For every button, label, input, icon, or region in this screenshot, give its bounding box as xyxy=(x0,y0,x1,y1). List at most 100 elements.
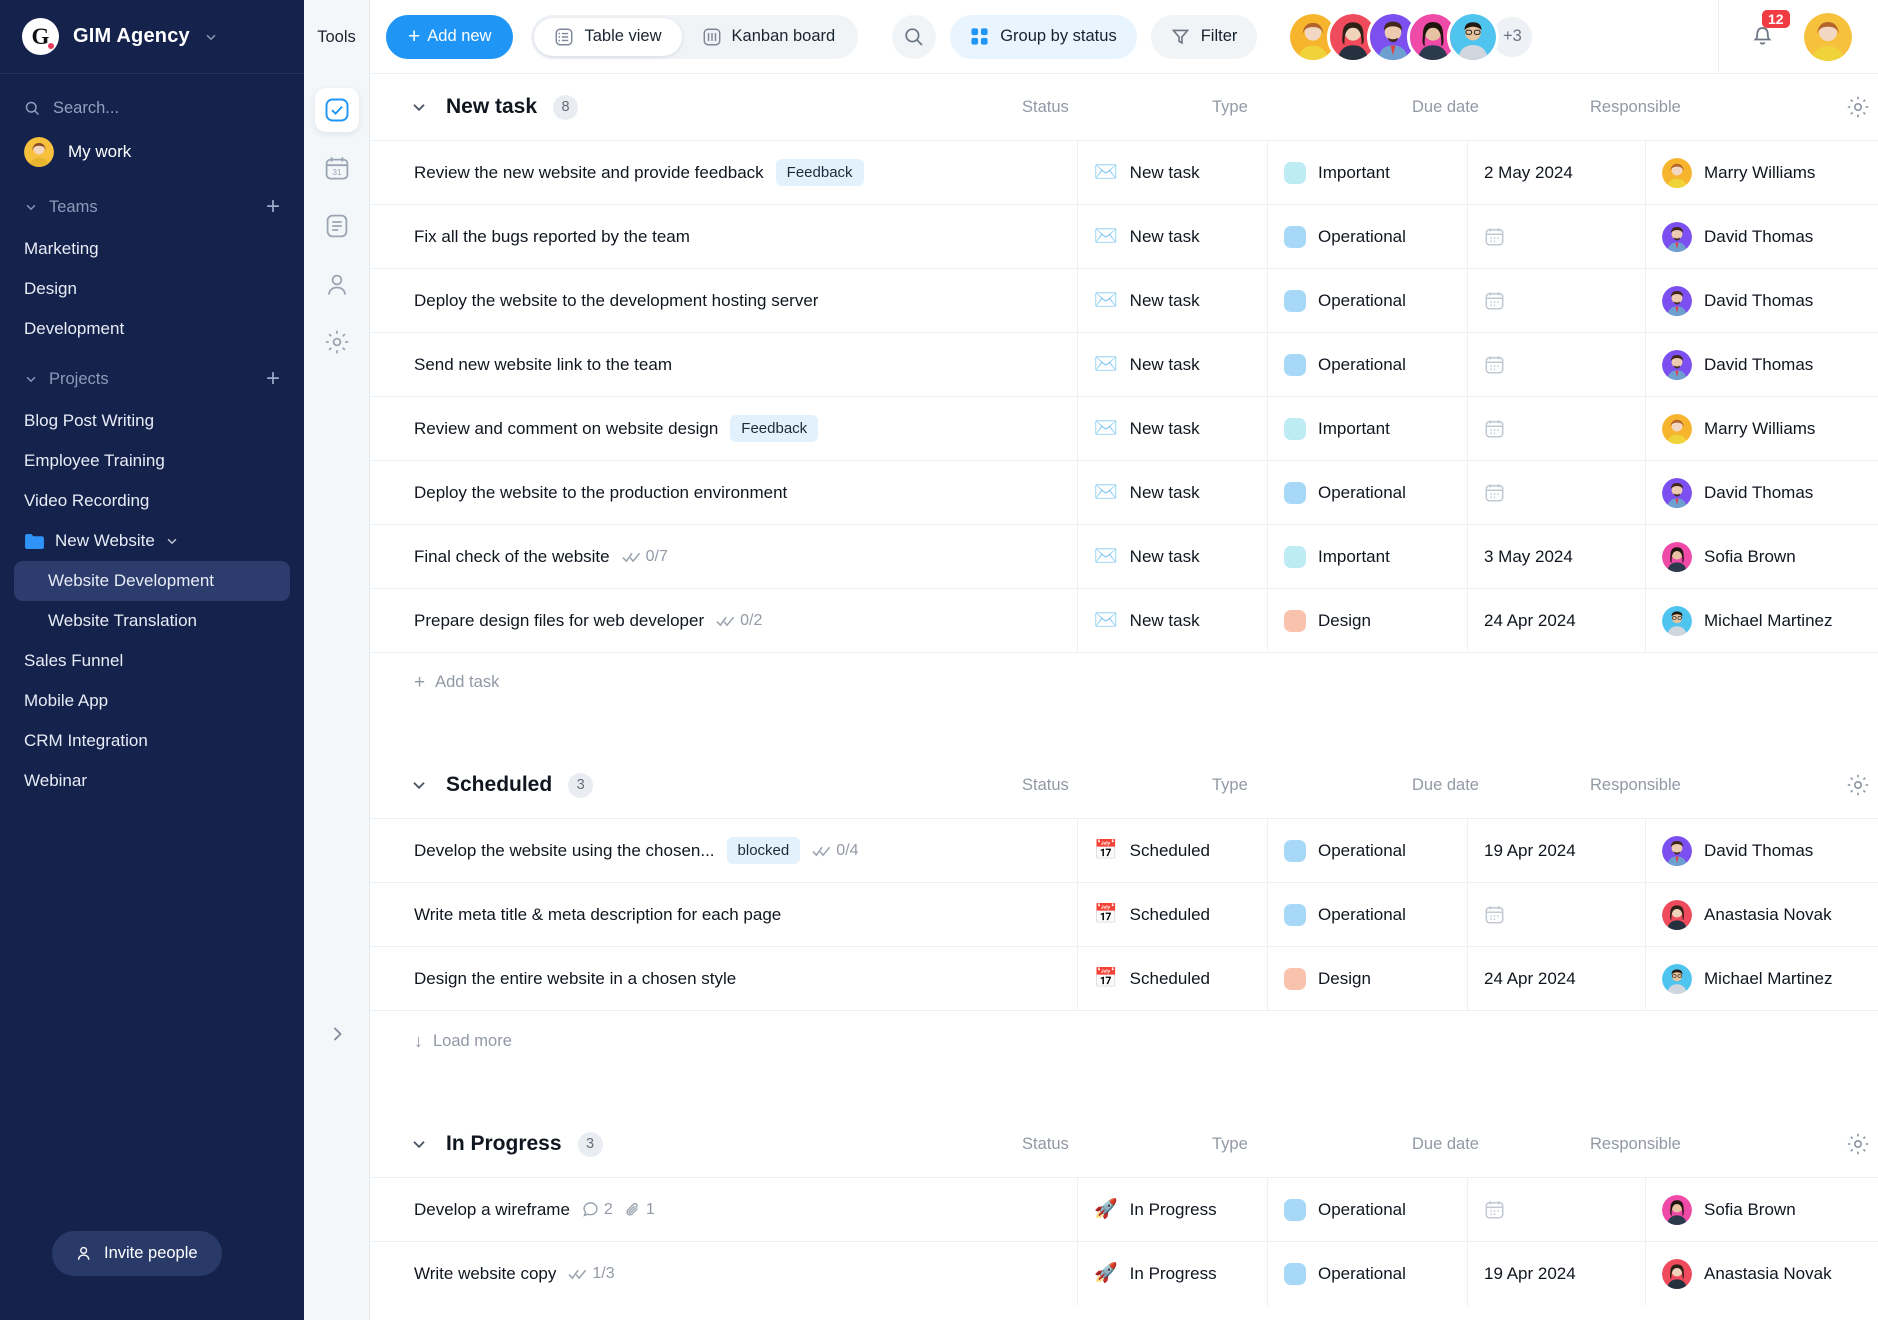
filter-button[interactable]: Filter xyxy=(1150,14,1258,59)
task-responsible-cell[interactable]: David Thomas xyxy=(1646,461,1878,525)
notifications-button[interactable]: 12 xyxy=(1749,9,1790,53)
table-row[interactable]: Write website copy 1/3 🚀 In Progress Operati… xyxy=(370,1241,1878,1306)
sidebar-search[interactable]: Search... xyxy=(0,90,304,127)
task-name-cell[interactable]: Send new website link to the team xyxy=(370,332,1078,397)
task-type-cell[interactable]: Operational xyxy=(1268,818,1468,883)
task-tag[interactable]: Feedback xyxy=(775,159,864,186)
task-type-cell[interactable]: Important xyxy=(1268,524,1468,589)
task-name-cell[interactable]: Deploy the website to the production env… xyxy=(370,460,1078,525)
sidebar-item-blog-post-writing[interactable]: Blog Post Writing xyxy=(0,401,304,441)
group-collapse-toggle[interactable] xyxy=(410,98,428,116)
task-due-date-cell[interactable] xyxy=(1468,1177,1646,1242)
task-type-cell[interactable]: Operational xyxy=(1268,268,1468,333)
user-avatar[interactable] xyxy=(1804,12,1852,61)
member-avatars[interactable]: +3 xyxy=(1287,10,1536,63)
sidebar-item-my-work[interactable]: My work xyxy=(0,127,304,177)
task-status-cell[interactable]: 📅 Scheduled xyxy=(1078,882,1268,947)
table-row[interactable]: Fix all the bugs reported by the team ✉️ N… xyxy=(370,204,1878,269)
task-status-cell[interactable]: 📅 Scheduled xyxy=(1078,946,1268,1011)
table-row[interactable]: Develop a wireframe 2 1 🚀 In Progress Operati… xyxy=(370,1177,1878,1242)
task-type-cell[interactable]: Important xyxy=(1268,396,1468,461)
group-header[interactable]: New task 8 Status Type Due date Responsible xyxy=(370,74,1878,140)
task-due-date-cell[interactable] xyxy=(1468,460,1646,525)
sidebar-item-website-translation[interactable]: Website Translation xyxy=(0,601,304,641)
task-name-cell[interactable]: Write website copy 1/3 xyxy=(370,1241,1078,1306)
task-type-cell[interactable]: Operational xyxy=(1268,204,1468,269)
column-settings-button[interactable] xyxy=(1822,1132,1878,1156)
add-new-button[interactable]: + Add new xyxy=(386,14,514,59)
sidebar-item-video-recording[interactable]: Video Recording xyxy=(0,481,304,521)
task-due-date-cell[interactable] xyxy=(1468,204,1646,269)
task-responsible-cell[interactable]: Sofia Brown xyxy=(1646,525,1878,589)
task-status-cell[interactable]: 🚀 In Progress xyxy=(1078,1241,1268,1306)
task-name-cell[interactable]: Final check of the website 0/7 xyxy=(370,524,1078,589)
rail-item-tasks[interactable] xyxy=(314,88,359,132)
rail-item-notes[interactable] xyxy=(315,204,359,248)
task-type-cell[interactable]: Operational xyxy=(1268,882,1468,947)
task-name-cell[interactable]: Review and comment on website design Feed… xyxy=(370,396,1078,461)
task-due-date-cell[interactable] xyxy=(1468,332,1646,397)
task-due-date-cell[interactable]: 3 May 2024 xyxy=(1468,524,1646,589)
task-due-date-cell[interactable]: 24 Apr 2024 xyxy=(1468,946,1646,1011)
rail-item-settings[interactable] xyxy=(315,320,359,364)
sidebar-item-new-website[interactable]: New Website xyxy=(0,521,304,561)
table-row[interactable]: Send new website link to the team ✉️ New t… xyxy=(370,332,1878,397)
table-row[interactable]: Develop the website using the chosen... b… xyxy=(370,818,1878,883)
add-task-button[interactable]: + Add task xyxy=(370,652,1878,712)
task-type-cell[interactable]: Design xyxy=(1268,588,1468,653)
rail-item-calendar[interactable]: 31 xyxy=(315,146,359,190)
task-responsible-cell[interactable]: Anastasia Novak xyxy=(1646,1242,1878,1306)
add-project-button[interactable]: + xyxy=(266,367,280,391)
task-due-date-cell[interactable] xyxy=(1468,396,1646,461)
task-type-cell[interactable]: Important xyxy=(1268,140,1468,205)
sidebar-item-mobile-app[interactable]: Mobile App xyxy=(0,681,304,721)
task-name-cell[interactable]: Deploy the website to the development ho… xyxy=(370,268,1078,333)
table-row[interactable]: Deploy the website to the production env… xyxy=(370,460,1878,525)
task-status-cell[interactable]: 📅 Scheduled xyxy=(1078,818,1268,883)
table-row[interactable]: Design the entire website in a chosen st… xyxy=(370,946,1878,1011)
task-name-cell[interactable]: Fix all the bugs reported by the team xyxy=(370,204,1078,269)
task-responsible-cell[interactable]: Michael Martinez xyxy=(1646,947,1878,1011)
sidebar-item-marketing[interactable]: Marketing xyxy=(0,229,304,269)
task-name-cell[interactable]: Develop a wireframe 2 1 xyxy=(370,1177,1078,1242)
tab-table-view[interactable]: Table view xyxy=(534,17,682,56)
tab-kanban-board[interactable]: Kanban board xyxy=(682,18,856,56)
task-status-cell[interactable]: ✉️ New task xyxy=(1078,332,1268,397)
task-type-cell[interactable]: Design xyxy=(1268,946,1468,1011)
search-button[interactable] xyxy=(892,14,937,59)
group-header[interactable]: In Progress 3 Status Type Due date Responsibl… xyxy=(370,1111,1878,1177)
task-type-cell[interactable]: Operational xyxy=(1268,460,1468,525)
add-team-button[interactable]: + xyxy=(266,195,280,219)
sidebar-item-webinar[interactable]: Webinar xyxy=(0,761,304,801)
task-due-date-cell[interactable] xyxy=(1468,268,1646,333)
column-settings-button[interactable] xyxy=(1822,95,1878,119)
group-header[interactable]: Scheduled 3 Status Type Due date Responsible xyxy=(370,752,1878,818)
rail-item-contacts[interactable] xyxy=(315,262,359,306)
task-responsible-cell[interactable]: Sofia Brown xyxy=(1646,1178,1878,1242)
task-responsible-cell[interactable]: Marry Williams xyxy=(1646,141,1878,205)
task-name-cell[interactable]: Write meta title & meta description for … xyxy=(370,882,1078,947)
sidebar-item-development[interactable]: Development xyxy=(0,309,304,349)
rail-expand-button[interactable] xyxy=(304,1024,369,1044)
table-row[interactable]: Review and comment on website design Feed… xyxy=(370,396,1878,461)
task-responsible-cell[interactable]: David Thomas xyxy=(1646,205,1878,269)
task-name-cell[interactable]: Develop the website using the chosen... b… xyxy=(370,818,1078,883)
task-status-cell[interactable]: 🚀 In Progress xyxy=(1078,1177,1268,1242)
task-responsible-cell[interactable]: David Thomas xyxy=(1646,333,1878,397)
table-row[interactable]: Prepare design files for web developer 0/… xyxy=(370,588,1878,653)
group-by-status-button[interactable]: Group by status xyxy=(950,14,1137,59)
table-row[interactable]: Deploy the website to the development ho… xyxy=(370,268,1878,333)
table-row[interactable]: Write meta title & meta description for … xyxy=(370,882,1878,947)
column-settings-button[interactable] xyxy=(1822,773,1878,797)
task-name-cell[interactable]: Design the entire website in a chosen st… xyxy=(370,946,1078,1011)
invite-people-button[interactable]: Invite people xyxy=(52,1231,222,1276)
sidebar-item-crm-integration[interactable]: CRM Integration xyxy=(0,721,304,761)
task-status-cell[interactable]: ✉️ New task xyxy=(1078,204,1268,269)
task-due-date-cell[interactable]: 2 May 2024 xyxy=(1468,140,1646,205)
task-type-cell[interactable]: Operational xyxy=(1268,332,1468,397)
task-responsible-cell[interactable]: David Thomas xyxy=(1646,269,1878,333)
task-responsible-cell[interactable]: Marry Williams xyxy=(1646,397,1878,461)
task-status-cell[interactable]: ✉️ New task xyxy=(1078,140,1268,205)
group-collapse-toggle[interactable] xyxy=(410,776,428,794)
task-responsible-cell[interactable]: Anastasia Novak xyxy=(1646,883,1878,947)
